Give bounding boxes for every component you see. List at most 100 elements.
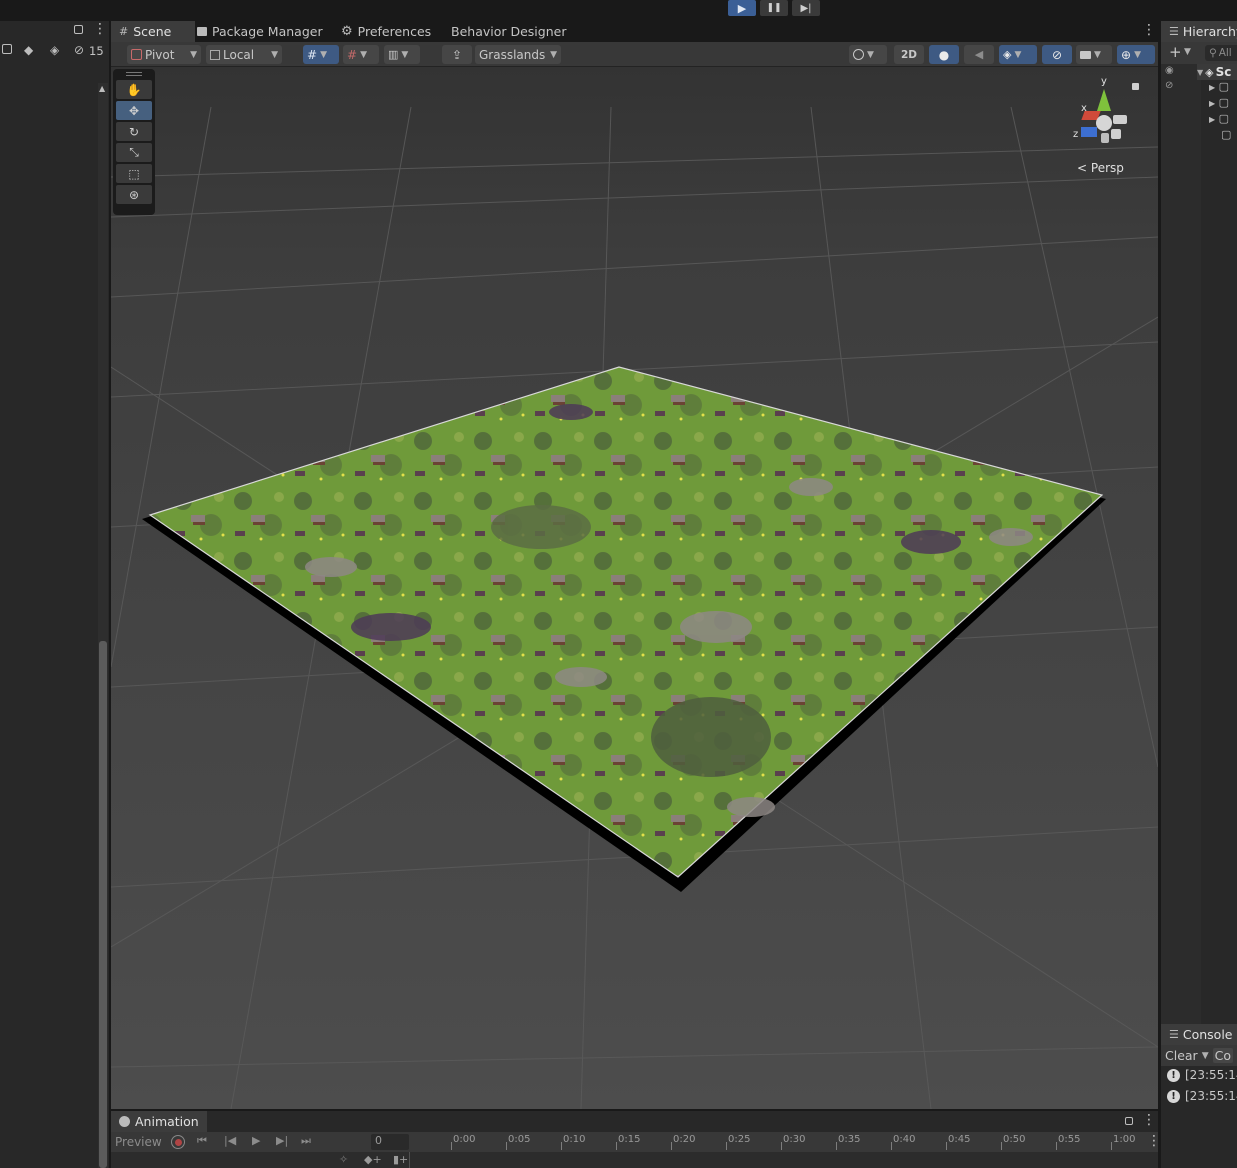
tag-icon[interactable]: ◈: [50, 43, 59, 57]
collapse-button[interactable]: Co: [1212, 1048, 1234, 1063]
local-dropdown[interactable]: Local ▼: [206, 45, 282, 64]
lighting-toggle[interactable]: ●: [929, 45, 959, 64]
hierarchy-tree: ◉ ⊘ ▼ ◈ Sc ▶ ▢ ▶ ▢ ▶ ▢ ▢: [1161, 64, 1237, 1024]
step-button[interactable]: ▶|: [792, 0, 820, 16]
increment-snap-toggle[interactable]: # ▼: [343, 45, 379, 64]
unity-scene-icon: ◈: [1205, 65, 1214, 79]
tab-preferences[interactable]: ⚙ Preferences: [333, 21, 439, 42]
timeline-ruler[interactable]: 0:00 0:05 0:10 0:15 0:20 0:25 0:30 0:35 0:40 0:45…: [411, 1132, 1158, 1152]
scene-viewport[interactable]: y x z < Persp: [111, 67, 1158, 1109]
gizmo-center[interactable]: [1096, 115, 1112, 131]
timeline-tick-label: 0:00: [453, 1134, 476, 1145]
add-event-icon[interactable]: ▮+: [393, 1153, 408, 1166]
grid-snap-icon: #: [307, 47, 318, 62]
hierarchy-item[interactable]: ▶ ▢: [1209, 96, 1229, 109]
next-frame-icon[interactable]: ▶|: [276, 1134, 288, 1147]
console-log-entry[interactable]: ! [23:55:14: [1167, 1068, 1237, 1082]
camera-dropdown[interactable]: ▼: [1076, 45, 1112, 64]
palette-drag-handle[interactable]: [116, 72, 152, 78]
record-button[interactable]: [171, 1135, 185, 1149]
orientation-gizmo[interactable]: y x z < Persp: [1069, 75, 1139, 175]
gizmo-z-cone[interactable]: [1081, 127, 1097, 137]
tool-palette: ✋ ✥ ↻ ⤡ ⬚ ⊛: [113, 69, 155, 215]
gizmos-dropdown[interactable]: ⊕ ▼: [1117, 45, 1155, 64]
pivot-dropdown[interactable]: Pivot ▼: [127, 45, 201, 64]
gizmo-neg-y[interactable]: [1101, 133, 1109, 143]
upload-icon: ⇪: [451, 47, 463, 62]
hierarchy-item-scene[interactable]: ▼ ◈ Sc: [1197, 64, 1237, 80]
timeline-tick-label: 0:40: [893, 1134, 916, 1145]
play-animation-icon[interactable]: ▶: [252, 1134, 260, 1147]
gizmo-y-cone[interactable]: [1097, 89, 1111, 111]
play-button[interactable]: ▶: [728, 0, 756, 16]
pivot-label: Pivot: [145, 47, 175, 62]
ruler-toggle[interactable]: ▥ ▼: [384, 45, 420, 64]
animation-more-menu-icon[interactable]: ⋮: [1142, 1112, 1156, 1128]
left-scrollbar-thumb[interactable]: [99, 641, 107, 1168]
chevron-down-icon[interactable]: ▼: [1184, 47, 1191, 57]
rotate-tool-button[interactable]: ↻: [116, 122, 152, 141]
lock-icon[interactable]: [1132, 83, 1139, 90]
filter-key-icon[interactable]: ✧: [339, 1153, 348, 1166]
chevron-down-icon: ▼: [1014, 49, 1022, 60]
add-icon[interactable]: +: [1169, 43, 1182, 61]
tab-animation[interactable]: Animation: [111, 1111, 207, 1132]
move-tool-button[interactable]: ✥: [116, 101, 152, 120]
scroll-up-icon[interactable]: ▲: [99, 84, 105, 93]
grid-snap-toggle[interactable]: # ▼: [303, 45, 339, 64]
pause-button[interactable]: ❚❚: [760, 0, 788, 16]
audio-toggle[interactable]: ◀: [964, 45, 994, 64]
last-frame-icon[interactable]: ⏭: [301, 1134, 311, 1148]
eye-icon[interactable]: ◉: [1165, 65, 1174, 76]
hierarchy-item[interactable]: ▶ ▢: [1209, 80, 1229, 93]
prev-frame-icon[interactable]: |◀: [224, 1134, 236, 1147]
lock-icon[interactable]: [1125, 1117, 1133, 1125]
hierarchy-search-input[interactable]: ⚲ All: [1205, 45, 1237, 61]
layers-icon: ◈: [1003, 48, 1012, 61]
hierarchy-item[interactable]: ▶ ▢: [1209, 112, 1229, 125]
animation-tab-bar: Animation ⋮: [111, 1111, 1158, 1132]
preview-button[interactable]: Preview: [115, 1135, 162, 1149]
render-mode-label: Grasslands: [479, 47, 546, 62]
hierarchy-item[interactable]: ▢: [1221, 128, 1231, 141]
scene-toolbar: Pivot ▼ Local ▼ # ▼ # ▼ ▥ ▼ ⇪ Grasslands…: [111, 42, 1158, 67]
transform-tool-button[interactable]: ⊛: [116, 185, 152, 204]
more-menu-icon[interactable]: ⋮: [93, 21, 107, 37]
timeline-tick-mark: [561, 1142, 562, 1150]
projection-toggle[interactable]: < Persp: [1077, 161, 1124, 175]
scene-visibility-icon[interactable]: [2, 44, 12, 54]
gizmo-neg-z[interactable]: [1111, 129, 1121, 139]
tab-scene[interactable]: # Scene: [111, 21, 195, 42]
tab-behavior-designer[interactable]: Behavior Designer: [443, 21, 574, 42]
gizmo-z-label: z: [1073, 129, 1079, 140]
clear-button[interactable]: Clear: [1165, 1048, 1198, 1063]
tab-console[interactable]: ☰ Console: [1161, 1024, 1237, 1045]
camera-icon: [1080, 50, 1091, 59]
console-log-entry[interactable]: ! [23:55:14: [1167, 1089, 1237, 1103]
scene-visibility-toggle[interactable]: ⊘: [1042, 45, 1072, 64]
upload-button[interactable]: ⇪: [442, 45, 472, 64]
local-label: Local: [223, 47, 255, 62]
lock-icon[interactable]: [74, 25, 83, 34]
gizmo-neg-x[interactable]: [1113, 115, 1127, 124]
hidden-eye-icon[interactable]: ⊘: [1165, 80, 1173, 91]
render-mode-dropdown[interactable]: Grasslands ▼: [475, 45, 561, 64]
tab-package-manager[interactable]: Package Manager: [189, 21, 331, 42]
frame-input[interactable]: 0: [371, 1134, 409, 1150]
timeline-tick-mark: [1056, 1142, 1057, 1150]
shading-mode-dropdown[interactable]: ▼: [849, 45, 887, 64]
add-key-icon[interactable]: ◆+: [364, 1153, 382, 1166]
chevron-down-icon[interactable]: ▼: [1202, 1051, 1209, 1061]
effects-dropdown[interactable]: ◈ ▼: [999, 45, 1037, 64]
first-frame-icon[interactable]: ⏮: [197, 1134, 207, 1148]
hand-tool-button[interactable]: ✋: [116, 80, 152, 99]
timeline-more-icon[interactable]: ⋮: [1147, 1133, 1161, 1149]
tab-hierarchy[interactable]: ☰ Hierarchy: [1161, 21, 1237, 42]
hierarchy-toolbar: + ▼ ⚲ All: [1161, 42, 1237, 64]
rect-tool-button[interactable]: ⬚: [116, 164, 152, 183]
scale-tool-button[interactable]: ⤡: [116, 143, 152, 162]
scene-more-menu-icon[interactable]: ⋮: [1142, 22, 1156, 38]
toggle-2d-button[interactable]: 2D: [894, 45, 924, 64]
shapes-icon[interactable]: ◆: [24, 43, 33, 57]
hidden-eye-icon[interactable]: ⊘: [74, 43, 84, 57]
